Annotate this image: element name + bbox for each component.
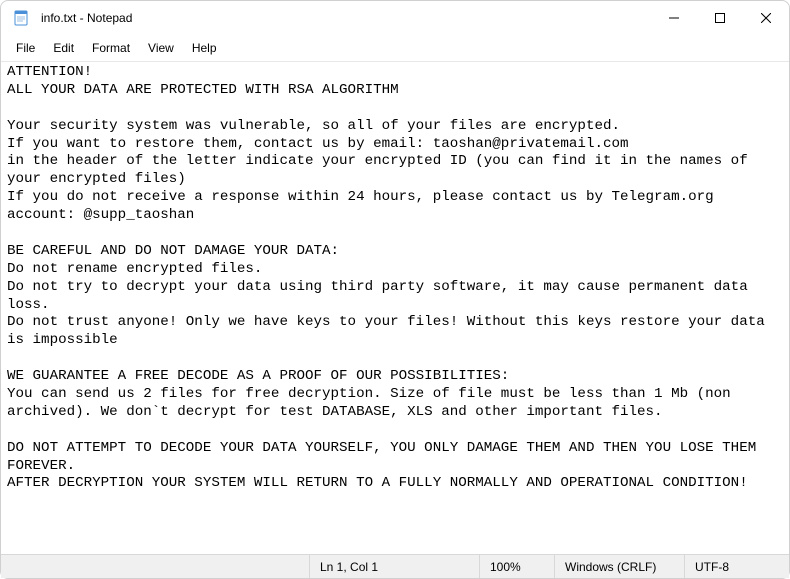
status-zoom: 100% (479, 555, 554, 578)
window-titlebar: info.txt - Notepad (1, 1, 789, 35)
maximize-button[interactable] (697, 1, 743, 35)
menu-edit-label: Edit (53, 41, 74, 55)
menu-format-label: Format (92, 41, 130, 55)
status-cursor-position: Ln 1, Col 1 (309, 555, 479, 578)
status-spacer (1, 555, 309, 578)
window-title: info.txt - Notepad (41, 11, 651, 25)
menu-help-label: Help (192, 41, 217, 55)
status-line-ending: Windows (CRLF) (554, 555, 684, 578)
close-button[interactable] (743, 1, 789, 35)
menu-file-label: File (16, 41, 35, 55)
menu-help[interactable]: Help (183, 37, 226, 59)
status-bar: Ln 1, Col 1 100% Windows (CRLF) UTF-8 (1, 554, 789, 578)
menu-file[interactable]: File (7, 37, 44, 59)
menu-edit[interactable]: Edit (44, 37, 83, 59)
menu-view[interactable]: View (139, 37, 183, 59)
menu-format[interactable]: Format (83, 37, 139, 59)
window-controls (651, 1, 789, 35)
text-editor-area[interactable]: ATTENTION! ALL YOUR DATA ARE PROTECTED W… (1, 62, 789, 554)
menu-view-label: View (148, 41, 174, 55)
menu-bar: File Edit Format View Help (1, 35, 789, 62)
notepad-app-icon (13, 10, 29, 26)
minimize-button[interactable] (651, 1, 697, 35)
status-encoding: UTF-8 (684, 555, 789, 578)
